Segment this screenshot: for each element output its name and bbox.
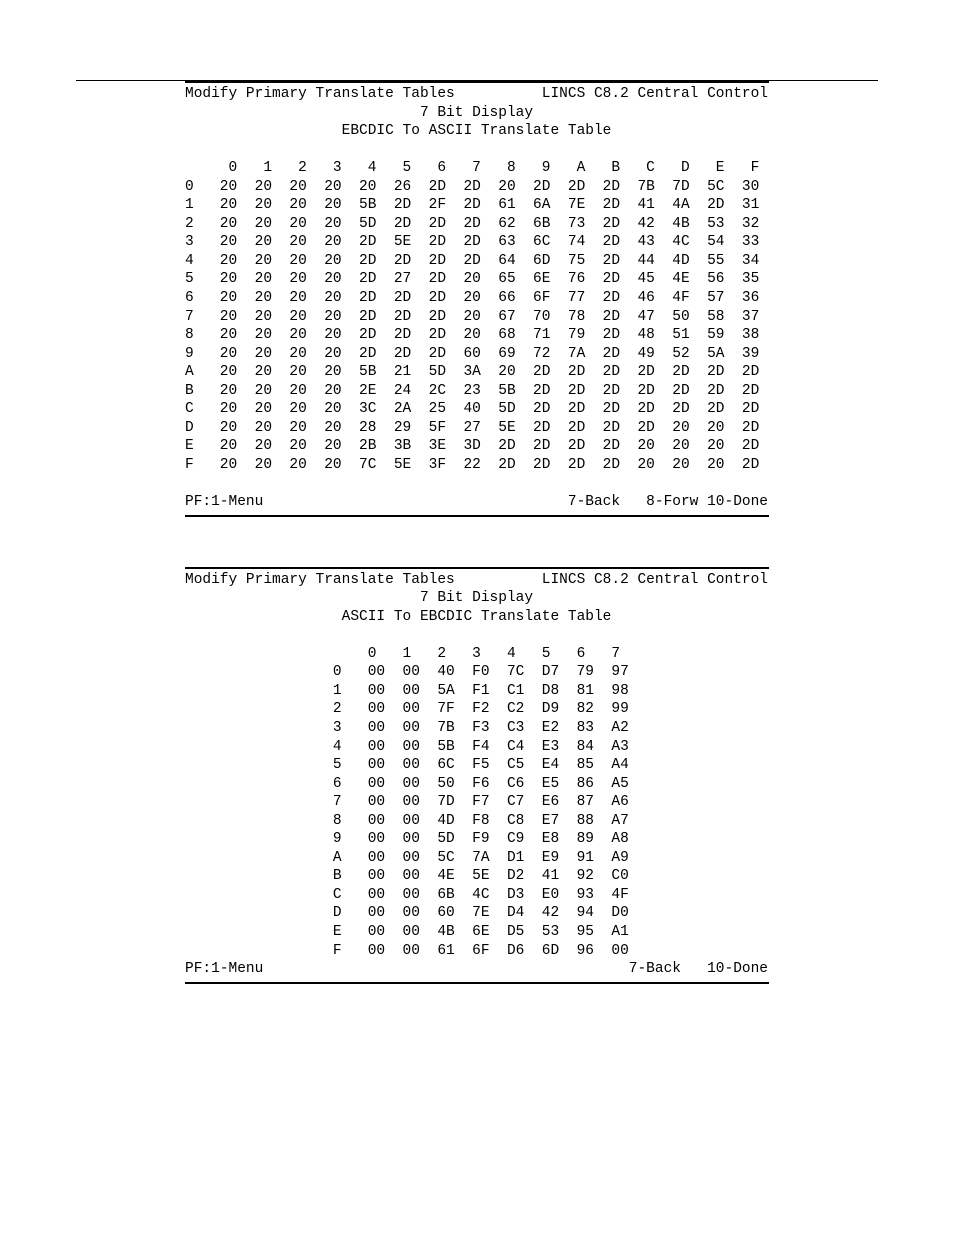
ascii-to-ebcdic-panel: Modify Primary Translate Tables LINCS C8…: [0, 567, 954, 984]
ascii-to-ebcdic-content: Modify Primary Translate Tables LINCS C8…: [185, 567, 769, 984]
ebcdic-to-ascii-content: Modify Primary Translate Tables LINCS C8…: [185, 81, 769, 517]
ebcdic-to-ascii-panel: Modify Primary Translate Tables LINCS C8…: [0, 81, 954, 517]
